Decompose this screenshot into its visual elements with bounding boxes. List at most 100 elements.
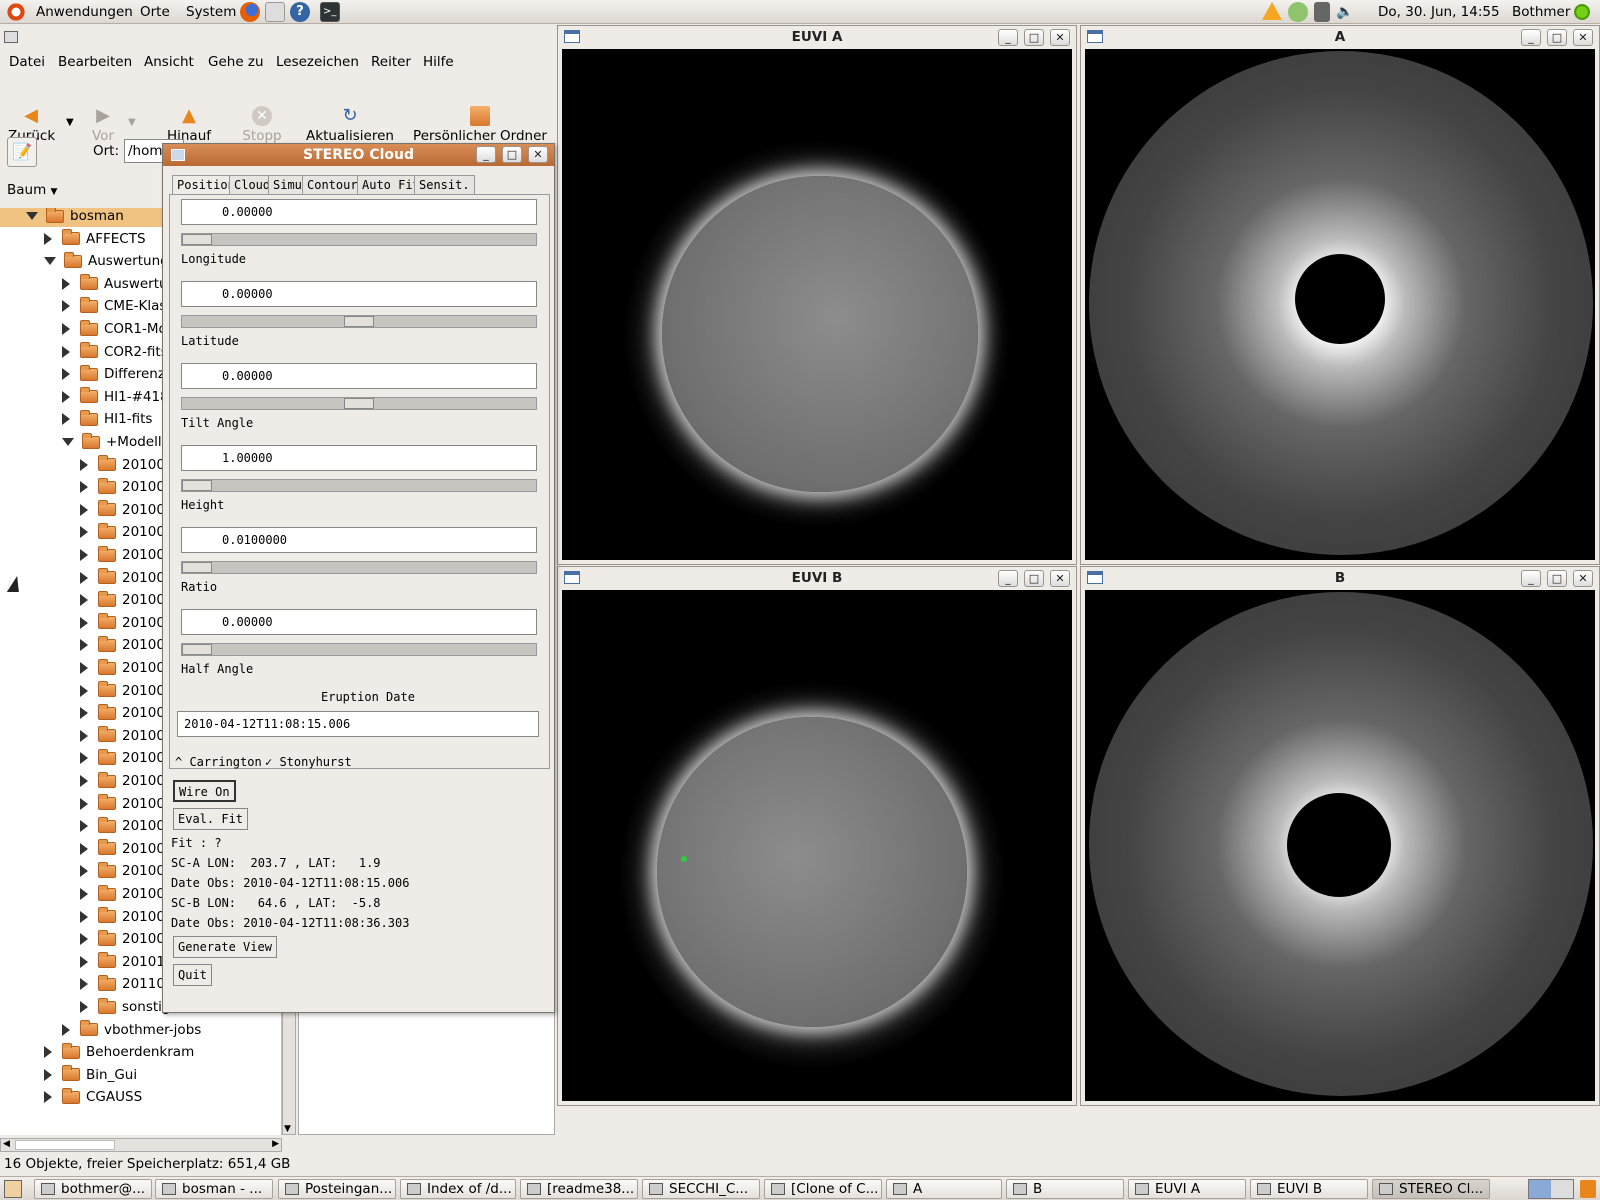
param-slider[interactable]	[181, 315, 537, 328]
eval-fit-button[interactable]: Eval. Fit	[173, 808, 249, 830]
warning-icon[interactable]	[1262, 2, 1282, 20]
wire-on-button[interactable]: Wire On	[173, 780, 236, 802]
content-pane[interactable]	[298, 1000, 555, 1135]
menu-file[interactable]: Datei	[9, 54, 45, 70]
firefox-icon[interactable]	[240, 2, 260, 22]
slider-knob[interactable]	[182, 234, 212, 245]
maximize-icon[interactable]: □	[1024, 570, 1044, 587]
taskbar-button[interactable]: bothmer@...	[34, 1179, 152, 1199]
cor-b-image[interactable]	[1085, 590, 1595, 1101]
expander-closed-icon[interactable]	[62, 368, 70, 381]
expander-closed-icon[interactable]	[80, 910, 88, 923]
taskbar-button[interactable]: B	[1006, 1179, 1124, 1199]
param-slider[interactable]	[181, 643, 537, 656]
ubuntu-logo-icon[interactable]	[6, 2, 26, 22]
stonyhurst-radio[interactable]: ✓ Stonyhurst	[265, 755, 352, 769]
param-input[interactable]: 0.00000	[181, 363, 537, 389]
close-icon[interactable]: ✕	[528, 146, 548, 163]
expander-closed-icon[interactable]	[62, 277, 70, 290]
minimize-icon[interactable]: _	[1521, 570, 1541, 587]
cor-a-window[interactable]: A _ □ ✕	[1080, 25, 1600, 565]
cor-a-image[interactable]	[1085, 49, 1595, 560]
expander-closed-icon[interactable]	[80, 752, 88, 765]
menu-tabs[interactable]: Reiter	[371, 54, 411, 70]
minimize-icon[interactable]: _	[1521, 29, 1541, 46]
expander-closed-icon[interactable]	[80, 888, 88, 900]
expander-closed-icon[interactable]	[80, 797, 88, 810]
expander-closed-icon[interactable]	[80, 820, 88, 833]
tree-item[interactable]: Behoerdenkram	[0, 1041, 281, 1063]
expander-closed-icon[interactable]	[80, 775, 88, 787]
expander-open-icon[interactable]	[62, 438, 74, 446]
euvi-b-image[interactable]	[562, 590, 1072, 1101]
expander-closed-icon[interactable]	[80, 1001, 88, 1013]
taskbar-button[interactable]: [readme38...	[520, 1179, 638, 1199]
trash-icon[interactable]	[1580, 1180, 1596, 1198]
mail-icon[interactable]	[265, 2, 285, 22]
expander-closed-icon[interactable]	[80, 503, 88, 516]
taskbar-button[interactable]: EUVI B	[1250, 1179, 1368, 1199]
minimize-icon[interactable]: _	[998, 570, 1018, 587]
slider-knob[interactable]	[182, 644, 212, 655]
expander-closed-icon[interactable]	[62, 1023, 70, 1036]
tree-item[interactable]: CGAUSS	[0, 1086, 281, 1108]
slider-knob[interactable]	[344, 398, 374, 409]
forward-history-dropdown[interactable]: ▼	[128, 117, 136, 128]
expander-closed-icon[interactable]	[80, 684, 88, 697]
expander-closed-icon[interactable]	[44, 1046, 52, 1059]
expander-closed-icon[interactable]	[80, 458, 88, 471]
terminal-icon[interactable]: >_	[320, 2, 340, 22]
taskbar-button[interactable]: STEREO Cl...	[1372, 1179, 1490, 1199]
expander-closed-icon[interactable]	[62, 390, 70, 403]
taskbar-button[interactable]: SECCHI_C...	[642, 1179, 760, 1199]
minimize-icon[interactable]: _	[476, 146, 496, 163]
scroll-down-icon[interactable]: ▼	[284, 1124, 291, 1134]
expander-closed-icon[interactable]	[80, 571, 88, 584]
maximize-icon[interactable]: □	[1547, 570, 1567, 587]
window-menu-icon[interactable]	[171, 149, 185, 161]
network-icon[interactable]	[1288, 2, 1308, 22]
expander-closed-icon[interactable]	[80, 616, 88, 629]
generate-view-button[interactable]: Generate View	[173, 936, 277, 958]
carrington-radio[interactable]: ^ Carrington	[175, 755, 262, 769]
status-online-icon[interactable]	[1574, 4, 1590, 20]
toggle-location-button[interactable]: 📝	[7, 137, 37, 167]
quit-button[interactable]: Quit	[173, 964, 212, 986]
expander-open-icon[interactable]	[26, 212, 38, 220]
expander-closed-icon[interactable]	[44, 232, 52, 245]
expander-closed-icon[interactable]	[80, 526, 88, 539]
forward-button[interactable]: ▶ Vor	[90, 106, 116, 145]
user-menu[interactable]: Bothmer	[1512, 4, 1570, 20]
expander-closed-icon[interactable]	[80, 549, 88, 561]
tab-contour[interactable]: Contour	[302, 175, 363, 195]
expander-closed-icon[interactable]	[44, 1091, 52, 1104]
expander-closed-icon[interactable]	[80, 639, 88, 652]
taskbar-button[interactable]: Index of /d...	[400, 1179, 516, 1199]
slider-knob[interactable]	[344, 316, 374, 327]
param-slider[interactable]	[181, 561, 537, 574]
display-icon[interactable]	[1314, 2, 1330, 22]
volume-icon[interactable]: 🔈	[1336, 2, 1356, 22]
close-icon[interactable]: ✕	[1050, 570, 1070, 587]
minimize-icon[interactable]: _	[998, 29, 1018, 46]
menu-bookmarks[interactable]: Lesezeichen	[276, 54, 359, 70]
euvi-a-window[interactable]: EUVI A _ □ ✕	[557, 25, 1077, 565]
maximize-icon[interactable]: □	[1024, 29, 1044, 46]
tree-item[interactable]: vbothmer-jobs	[0, 1019, 281, 1041]
expander-closed-icon[interactable]	[80, 662, 88, 674]
taskbar-button[interactable]: EUVI A	[1128, 1179, 1246, 1199]
home-folder-button[interactable]: Persönlicher Ordner	[412, 106, 548, 144]
expander-closed-icon[interactable]	[80, 933, 88, 946]
expander-closed-icon[interactable]	[62, 345, 70, 358]
taskbar-button[interactable]: bosman - ...	[155, 1179, 273, 1199]
close-icon[interactable]: ✕	[1573, 29, 1593, 46]
cor-b-window[interactable]: B _ □ ✕	[1080, 566, 1600, 1106]
expander-closed-icon[interactable]	[44, 1068, 52, 1081]
param-slider[interactable]	[181, 233, 537, 246]
expander-closed-icon[interactable]	[62, 300, 70, 313]
close-icon[interactable]: ✕	[1573, 570, 1593, 587]
slider-knob[interactable]	[182, 480, 212, 491]
help-icon[interactable]: ?	[290, 2, 310, 22]
taskbar-button[interactable]: [Clone of C...	[764, 1179, 882, 1199]
param-input[interactable]: 1.00000	[181, 445, 537, 471]
